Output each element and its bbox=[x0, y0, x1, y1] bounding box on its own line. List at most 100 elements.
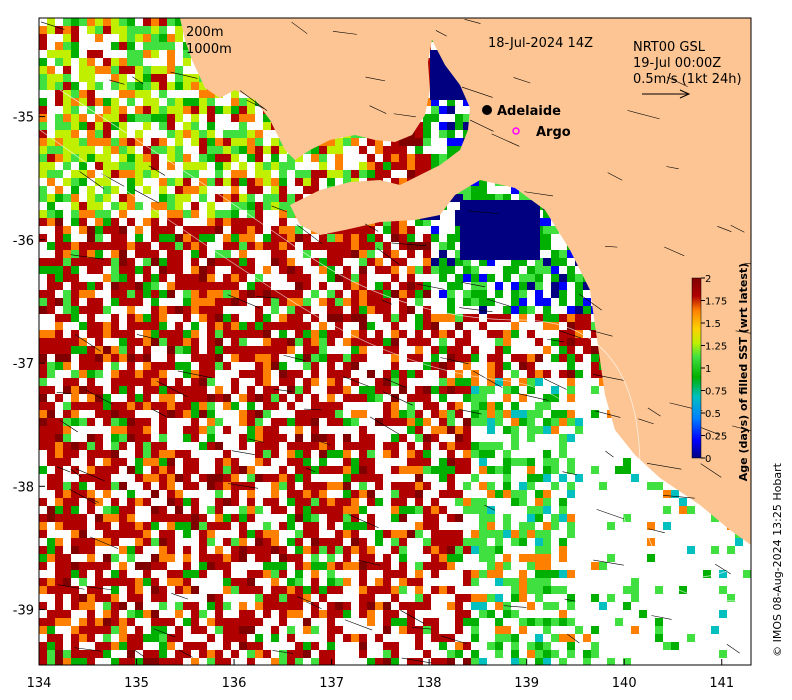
sst-cell bbox=[183, 410, 191, 418]
sst-cell bbox=[463, 314, 471, 322]
sst-cell bbox=[423, 130, 431, 138]
sst-cell bbox=[151, 490, 159, 498]
colorbar-tick-label: 0.5 bbox=[705, 409, 721, 420]
sst-cell bbox=[71, 514, 79, 522]
sst-cell bbox=[207, 338, 215, 346]
sst-cell bbox=[247, 218, 255, 226]
sst-cell bbox=[327, 546, 335, 554]
sst-cell bbox=[391, 234, 399, 242]
sst-cell bbox=[287, 586, 295, 594]
sst-cell bbox=[143, 74, 151, 82]
sst-cell bbox=[71, 386, 79, 394]
sst-cell bbox=[239, 370, 247, 378]
sst-cell bbox=[303, 274, 311, 282]
sst-cell bbox=[111, 66, 119, 74]
sst-cell bbox=[39, 562, 47, 570]
sst-cell bbox=[503, 626, 511, 634]
sst-cell bbox=[199, 274, 207, 282]
sst-cell bbox=[543, 418, 551, 426]
sst-cell bbox=[383, 554, 391, 562]
sst-cell bbox=[415, 266, 423, 274]
sst-cell bbox=[319, 538, 327, 546]
sst-cell bbox=[47, 434, 55, 442]
sst-cell bbox=[263, 178, 271, 186]
sst-cell bbox=[399, 570, 407, 578]
sst-cell bbox=[167, 202, 175, 210]
sst-cell bbox=[655, 482, 663, 490]
sst-cell bbox=[159, 514, 167, 522]
sst-cell bbox=[567, 642, 575, 650]
sst-cell bbox=[455, 122, 463, 130]
sst-cell bbox=[95, 434, 103, 442]
sst-cell bbox=[159, 314, 167, 322]
sst-cell bbox=[479, 498, 487, 506]
sst-cell bbox=[151, 250, 159, 258]
sst-cell bbox=[135, 90, 143, 98]
sst-cell bbox=[159, 138, 167, 146]
sst-cell bbox=[239, 114, 247, 122]
sst-cell bbox=[71, 378, 79, 386]
sst-cell bbox=[127, 578, 135, 586]
sst-cell bbox=[367, 450, 375, 458]
sst-cell bbox=[343, 450, 351, 458]
sst-cell bbox=[135, 594, 143, 602]
sst-cell bbox=[319, 282, 327, 290]
sst-cell bbox=[319, 242, 327, 250]
sst-cell bbox=[359, 634, 367, 642]
sst-cell bbox=[383, 386, 391, 394]
sst-cell bbox=[263, 386, 271, 394]
sst-cell bbox=[247, 530, 255, 538]
sst-cell bbox=[63, 514, 71, 522]
sst-cell bbox=[583, 322, 591, 330]
sst-cell bbox=[119, 290, 127, 298]
sst-cell bbox=[431, 330, 439, 338]
sst-cell bbox=[111, 226, 119, 234]
sst-cell bbox=[407, 138, 415, 146]
sst-cell bbox=[631, 626, 639, 634]
sst-cell bbox=[111, 530, 119, 538]
sst-cell bbox=[191, 610, 199, 618]
sst-cell bbox=[479, 602, 487, 610]
sst-cell bbox=[287, 578, 295, 586]
sst-cell bbox=[567, 370, 575, 378]
sst-cell bbox=[327, 290, 335, 298]
sst-cell bbox=[79, 618, 87, 626]
sst-cell bbox=[175, 634, 183, 642]
sst-cell bbox=[39, 266, 47, 274]
sst-cell bbox=[63, 314, 71, 322]
colorbar-ramp bbox=[691, 277, 702, 459]
sst-cell bbox=[439, 562, 447, 570]
sst-cell bbox=[183, 186, 191, 194]
sst-cell bbox=[103, 394, 111, 402]
sst-cell bbox=[391, 490, 399, 498]
sst-cell bbox=[407, 306, 415, 314]
sst-cell bbox=[255, 346, 263, 354]
sst-cell bbox=[455, 626, 463, 634]
sst-cell bbox=[247, 586, 255, 594]
sst-cell bbox=[255, 178, 263, 186]
sst-cell bbox=[327, 650, 335, 658]
sst-cell bbox=[127, 66, 135, 74]
sst-cell bbox=[407, 626, 415, 634]
sst-cell bbox=[135, 202, 143, 210]
sst-cell bbox=[535, 562, 543, 570]
x-tick-label: 137 bbox=[319, 676, 344, 691]
sst-cell bbox=[231, 546, 239, 554]
sst-cell bbox=[135, 546, 143, 554]
sst-cell bbox=[559, 554, 567, 562]
sst-cell bbox=[351, 506, 359, 514]
sst-cell bbox=[463, 570, 471, 578]
sst-cell bbox=[103, 634, 111, 642]
sst-cell bbox=[271, 498, 279, 506]
sst-cell bbox=[431, 498, 439, 506]
sst-cell bbox=[199, 266, 207, 274]
sst-cell bbox=[431, 322, 439, 330]
sst-cell bbox=[327, 146, 335, 154]
map-plot-area[interactable] bbox=[39, 18, 765, 666]
sst-cell bbox=[559, 274, 567, 282]
sst-cell bbox=[63, 178, 71, 186]
sst-cell bbox=[295, 322, 303, 330]
sst-cell bbox=[423, 234, 431, 242]
sst-cell bbox=[247, 330, 255, 338]
sst-cell bbox=[567, 338, 575, 346]
